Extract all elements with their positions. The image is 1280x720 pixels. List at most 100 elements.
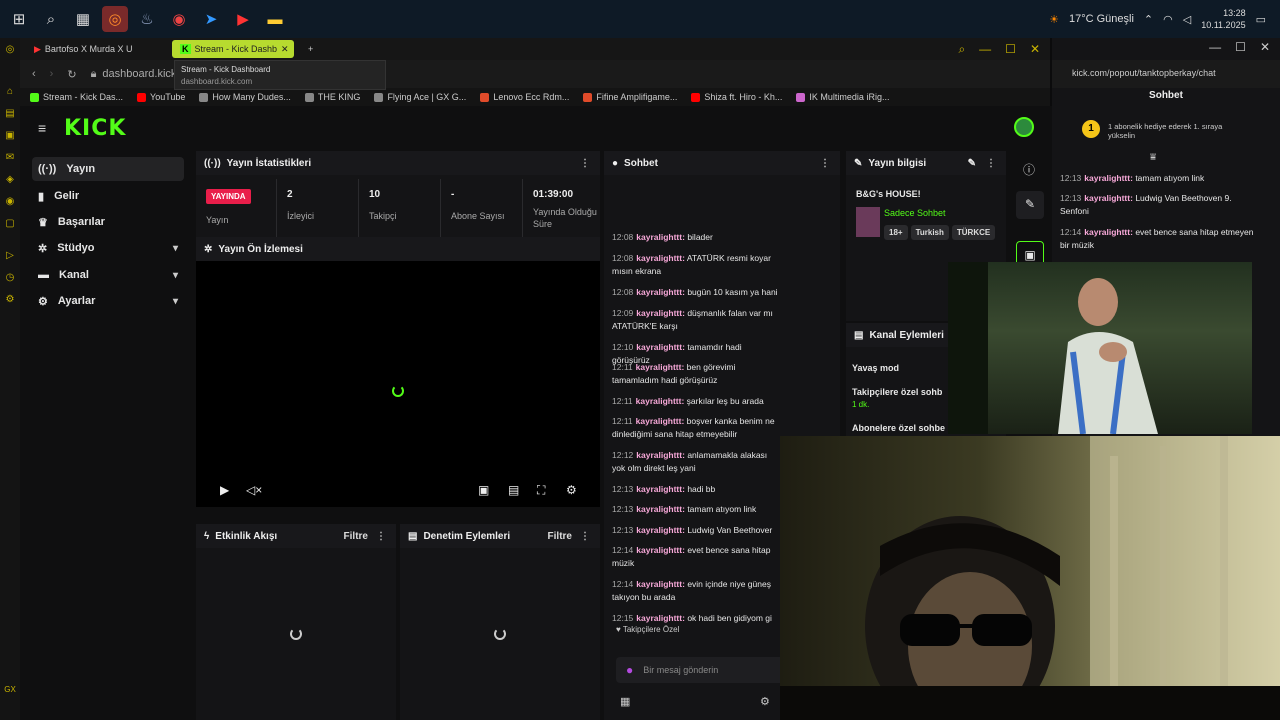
more-options-icon[interactable]: ⋮ xyxy=(580,158,590,169)
more-options-icon[interactable]: ⋮ xyxy=(580,531,590,542)
telegram-icon[interactable]: ➤ xyxy=(198,6,224,32)
bookmark-item[interactable]: THE KING xyxy=(304,92,360,102)
new-tab-button[interactable]: + xyxy=(300,40,321,58)
play-icon[interactable]: ▶ xyxy=(220,483,229,497)
more-options-icon[interactable]: ⋮ xyxy=(820,158,830,169)
opera-gx-icon[interactable]: ◎ xyxy=(102,6,128,32)
chat-message[interactable]: 12:14 kayralighttt: evin içinde niye güne… xyxy=(612,578,780,604)
popout-url[interactable]: kick.com/popout/tanktopberkay/chat xyxy=(1052,60,1280,88)
minimize-icon[interactable]: — xyxy=(1209,40,1221,54)
chat-message[interactable]: 12:11 kayralighttt: şarkılar leş bu arada xyxy=(612,395,780,408)
hamburger-menu-icon[interactable]: ≡ xyxy=(38,120,46,136)
message-username[interactable]: kayralighttt: xyxy=(636,342,685,352)
microphone-icon[interactable]: ● xyxy=(626,663,633,677)
edit-icon[interactable]: ✎ xyxy=(1016,191,1044,219)
chat-message[interactable]: 12:14 kayralighttt: evet bence sana hitap… xyxy=(1060,226,1260,252)
kick-logo[interactable]: KICK xyxy=(64,116,126,141)
opera-menu-icon[interactable]: ◎ xyxy=(0,38,20,60)
message-username[interactable]: kayralighttt: xyxy=(636,450,685,460)
more-options-icon[interactable]: ⋮ xyxy=(986,158,996,169)
close-icon[interactable]: ✕ xyxy=(1260,40,1270,54)
gear-icon[interactable]: ⚙ xyxy=(566,483,577,497)
message-username[interactable]: kayralighttt: xyxy=(636,613,685,623)
message-username[interactable]: kayralighttt: xyxy=(636,287,685,297)
sidebar-history-icon[interactable]: ◷ xyxy=(0,266,20,288)
sidebar-home-icon[interactable]: ⌂ xyxy=(0,80,20,102)
stream-tag[interactable]: Turkish xyxy=(910,225,949,240)
mute-icon[interactable]: ◁× xyxy=(246,483,262,497)
followers-chat-label[interactable]: Takipçilere özel sohb xyxy=(852,387,942,397)
tab-kick-dashboard[interactable]: K Stream - Kick Dashb ✕ xyxy=(172,40,294,58)
message-username[interactable]: kayralighttt: xyxy=(636,545,685,555)
info-icon[interactable]: ⓘ xyxy=(1023,161,1035,178)
nav-item-ayarlar[interactable]: ⚙ Ayarlar ▾ xyxy=(32,289,184,313)
gear-icon[interactable]: ⚙ xyxy=(760,695,770,708)
bookmark-item[interactable]: How Many Dudes... xyxy=(199,92,291,102)
maximize-icon[interactable]: ☐ xyxy=(1005,42,1016,56)
chat-message[interactable]: 12:15 kayralighttt: ok hadi ben gidiyom g… xyxy=(612,612,780,625)
chat-message[interactable]: 12:14 kayralighttt: evet bence sana hitap… xyxy=(612,544,780,570)
task-view-icon[interactable]: ▦ xyxy=(70,6,96,32)
nav-item-yayin[interactable]: ((·)) Yayın xyxy=(32,157,184,181)
sidebar-settings-icon[interactable]: ⚙ xyxy=(0,288,20,310)
search-icon[interactable]: ⌕ xyxy=(38,6,64,32)
message-username[interactable]: kayralighttt: xyxy=(636,362,685,372)
message-username[interactable]: kayralighttt: xyxy=(636,484,685,494)
chat-input[interactable]: ● Bir mesaj gönderin xyxy=(616,657,786,683)
message-username[interactable]: kayralighttt: xyxy=(636,525,685,535)
collapse-icon[interactable]: ⩸ xyxy=(1150,152,1156,163)
chrome-icon[interactable]: ◉ xyxy=(166,6,192,32)
store-icon[interactable]: ▦ xyxy=(620,695,630,708)
forward-icon[interactable]: › xyxy=(50,68,54,80)
minimize-icon[interactable]: — xyxy=(979,42,991,56)
slow-mode-label[interactable]: Yavaş mod xyxy=(852,363,899,373)
avatar[interactable] xyxy=(1014,117,1034,137)
tab-youtube[interactable]: ▶ Bartofso X Murda X U xyxy=(26,40,166,58)
nav-item-gelir[interactable]: ▮ Gelir xyxy=(32,184,184,208)
sidebar-chat-icon[interactable]: ▢ xyxy=(0,212,20,234)
sidebar-discord-icon[interactable]: ◉ xyxy=(0,190,20,212)
more-options-icon[interactable]: ⋮ xyxy=(376,531,386,542)
bookmark-item[interactable]: Flying Ace | GX G... xyxy=(374,92,466,102)
chat-message[interactable]: 12:12 kayralighttt: anlamamakla alakası y… xyxy=(612,449,780,475)
chat-message[interactable]: 12:08 kayralighttt: bilader xyxy=(612,231,780,244)
wifi-icon[interactable]: ◠ xyxy=(1163,13,1173,26)
search-icon[interactable]: ⌕ xyxy=(958,42,965,57)
fullscreen-icon[interactable]: ⛶ xyxy=(537,483,545,498)
message-username[interactable]: kayralighttt: xyxy=(636,416,685,426)
reload-icon[interactable]: ↻ xyxy=(67,68,76,81)
youtube-icon[interactable]: ▶ xyxy=(230,6,256,32)
clock[interactable]: 13:28 10.11.2025 xyxy=(1201,7,1245,31)
message-username[interactable]: kayralighttt: xyxy=(1084,173,1133,183)
message-username[interactable]: kayralighttt: xyxy=(636,396,685,406)
sidebar-messenger-icon[interactable]: ✉ xyxy=(0,146,20,168)
message-username[interactable]: kayralighttt: xyxy=(636,504,685,514)
message-username[interactable]: kayralighttt: xyxy=(636,308,685,318)
stream-tag[interactable]: 18+ xyxy=(884,225,908,240)
close-icon[interactable]: ✕ xyxy=(1030,42,1040,56)
message-username[interactable]: kayralighttt: xyxy=(636,232,685,242)
subs-chat-label[interactable]: Abonelere özel sohbe xyxy=(852,423,945,433)
theater-icon[interactable]: ▤ xyxy=(508,483,519,497)
nav-item-basarilar[interactable]: ♛ Başarılar xyxy=(32,210,184,234)
stream-tag[interactable]: TÜRKCE xyxy=(951,225,996,240)
message-username[interactable]: kayralighttt: xyxy=(636,253,685,263)
sidebar-twitch-icon[interactable]: ◈ xyxy=(0,168,20,190)
chevron-up-icon[interactable]: ⌃ xyxy=(1144,13,1153,26)
chat-message[interactable]: 12:13 kayralighttt: Ludwig Van Beethover xyxy=(612,524,780,537)
pip-icon[interactable]: ▣ xyxy=(478,483,489,497)
chevron-down-icon[interactable]: ▾ xyxy=(173,270,178,281)
chevron-down-icon[interactable]: ▾ xyxy=(173,296,178,307)
filter-button[interactable]: Filtre xyxy=(344,531,368,542)
message-username[interactable]: kayralighttt: xyxy=(1084,193,1133,203)
chat-message[interactable]: 12:13 kayralighttt: tamam atıyom link xyxy=(1060,172,1260,185)
chat-message[interactable]: 12:09 kayralighttt: düşmanlık falan var m… xyxy=(612,307,780,333)
bookmark-item[interactable]: YouTube xyxy=(137,92,185,102)
chat-message[interactable]: 12:13 kayralighttt: hadi bb xyxy=(612,483,780,496)
message-username[interactable]: kayralighttt: xyxy=(1084,227,1133,237)
chat-message[interactable]: 12:08 kayralighttt: bugün 10 kasım ya han… xyxy=(612,286,780,299)
filter-button[interactable]: Filtre xyxy=(548,531,572,542)
volume-icon[interactable]: ◁ xyxy=(1183,13,1191,26)
edit-icon[interactable]: ✎ xyxy=(968,158,976,169)
sidebar-control-icon[interactable]: ▤ xyxy=(0,102,20,124)
